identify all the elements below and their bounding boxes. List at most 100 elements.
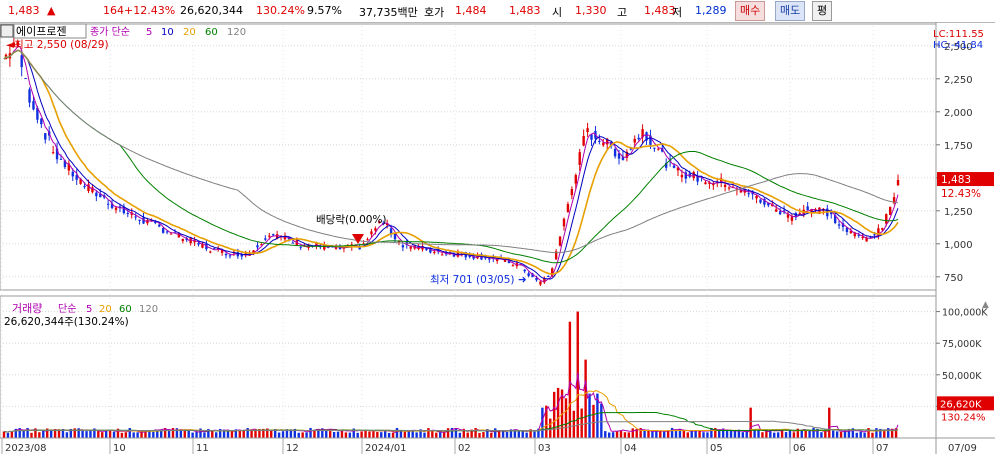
buy-button[interactable]: 매수 — [735, 1, 766, 21]
ma5-line — [3, 45, 899, 282]
candle — [861, 236, 864, 239]
volume-bar — [572, 410, 576, 438]
candle — [613, 148, 617, 157]
volume-bar — [773, 432, 776, 438]
last-volume-label: 26,620K — [940, 399, 982, 410]
volume-bar — [686, 432, 689, 438]
volume-bar — [407, 431, 410, 438]
volume-bar — [10, 431, 14, 438]
last-ratio-label: 130.24% — [941, 412, 986, 423]
candle — [885, 214, 888, 224]
volume-bar — [725, 431, 729, 438]
candle — [20, 55, 23, 68]
volume-bar — [552, 391, 556, 438]
candle — [158, 224, 161, 227]
volume-pane-frame — [0, 295, 937, 439]
volume-bar — [835, 431, 839, 438]
volume-tick-label: 75,000K — [942, 339, 982, 350]
volume-bar — [383, 430, 387, 438]
volume-legend-period: 5 — [86, 304, 92, 315]
candle — [256, 245, 259, 248]
volume-bar — [49, 429, 53, 438]
volume-bar — [399, 431, 403, 438]
volume-bar — [482, 432, 485, 438]
x-tick-label: 02 — [458, 443, 471, 454]
volume-bar — [124, 432, 128, 438]
volume-bar — [749, 407, 752, 438]
candle — [24, 78, 27, 80]
volume-bar — [729, 429, 733, 438]
volume-bar — [883, 430, 886, 438]
candle — [409, 246, 412, 249]
candle — [228, 255, 232, 257]
volume-bar — [580, 408, 583, 438]
open-price: 1,330 — [575, 4, 607, 17]
volume-bar — [238, 430, 241, 438]
open-label: 시 — [552, 6, 563, 19]
sell-button[interactable]: 매도 — [775, 1, 806, 21]
volume-bar — [564, 398, 568, 438]
volume-bar — [525, 432, 528, 438]
volume-bar — [619, 430, 623, 438]
price-tick-label: 1,000 — [944, 240, 973, 251]
volume-bar — [568, 321, 572, 438]
volume-bar — [600, 403, 603, 438]
price-title: 에이프로젠 — [16, 25, 67, 38]
candle — [570, 189, 574, 196]
x-tick-label: 10 — [113, 443, 126, 454]
volume-bar — [631, 428, 634, 438]
stock-chart[interactable]: 2,5002,2502,0001,7501,5001,2501,00075010… — [0, 22, 995, 454]
x-tick-label: 07/09 — [948, 443, 977, 454]
ask-price: 1,484 — [455, 4, 487, 17]
volume-bar — [395, 427, 399, 438]
candle — [704, 182, 707, 185]
volume-bar — [356, 432, 359, 438]
price-legend-period: 5 — [146, 27, 152, 38]
grid-icon[interactable] — [0, 24, 14, 38]
flat-button[interactable]: 평 — [812, 1, 833, 21]
volume-legend-period: 20 — [99, 304, 112, 315]
volume-bar — [380, 432, 383, 438]
volume-bar — [128, 428, 131, 438]
candle — [602, 142, 605, 146]
volume-bar — [556, 387, 560, 438]
volume-bar — [517, 431, 521, 438]
price-tick-label: 750 — [944, 273, 963, 284]
x-tick-label: 11 — [196, 443, 209, 454]
candle — [370, 231, 373, 235]
candle — [224, 254, 228, 256]
candle — [790, 216, 794, 221]
x-tick-label: 05 — [710, 443, 723, 454]
candle — [28, 89, 31, 103]
volume-bar — [344, 432, 348, 438]
candle — [657, 148, 660, 150]
volume-bar — [670, 427, 674, 438]
volume-bar — [863, 432, 866, 438]
volume-bar — [674, 430, 678, 438]
hc-label: HC:-41.84 — [933, 40, 983, 51]
volume-tick-label: 50,000K — [942, 371, 982, 382]
price-tick-label: 1,750 — [944, 141, 973, 152]
volume-bar — [85, 431, 88, 438]
dividend-annotation: 배당락(0.00%) — [316, 214, 387, 226]
volume-bar — [112, 431, 116, 438]
volume-bar — [281, 431, 285, 438]
volume-bar — [690, 430, 693, 438]
volume-bar — [403, 431, 407, 438]
candle — [633, 138, 636, 143]
volume-bar — [387, 432, 391, 438]
candle — [197, 242, 200, 245]
volume-bar — [607, 432, 611, 438]
volume-bar — [144, 431, 147, 438]
volume-ma5-line — [3, 372, 899, 433]
volume-ma20-line — [3, 390, 899, 433]
last-price-label: 1,483 — [941, 174, 971, 186]
candle — [672, 165, 676, 168]
volume-legend-label: 단순 — [58, 303, 76, 315]
volume-bar — [533, 431, 536, 438]
volume-bar — [611, 432, 615, 438]
volume-bar — [733, 430, 737, 438]
volume: 26,620,344 — [180, 4, 243, 17]
volume-bar — [313, 429, 316, 438]
volume-bar — [682, 429, 686, 438]
